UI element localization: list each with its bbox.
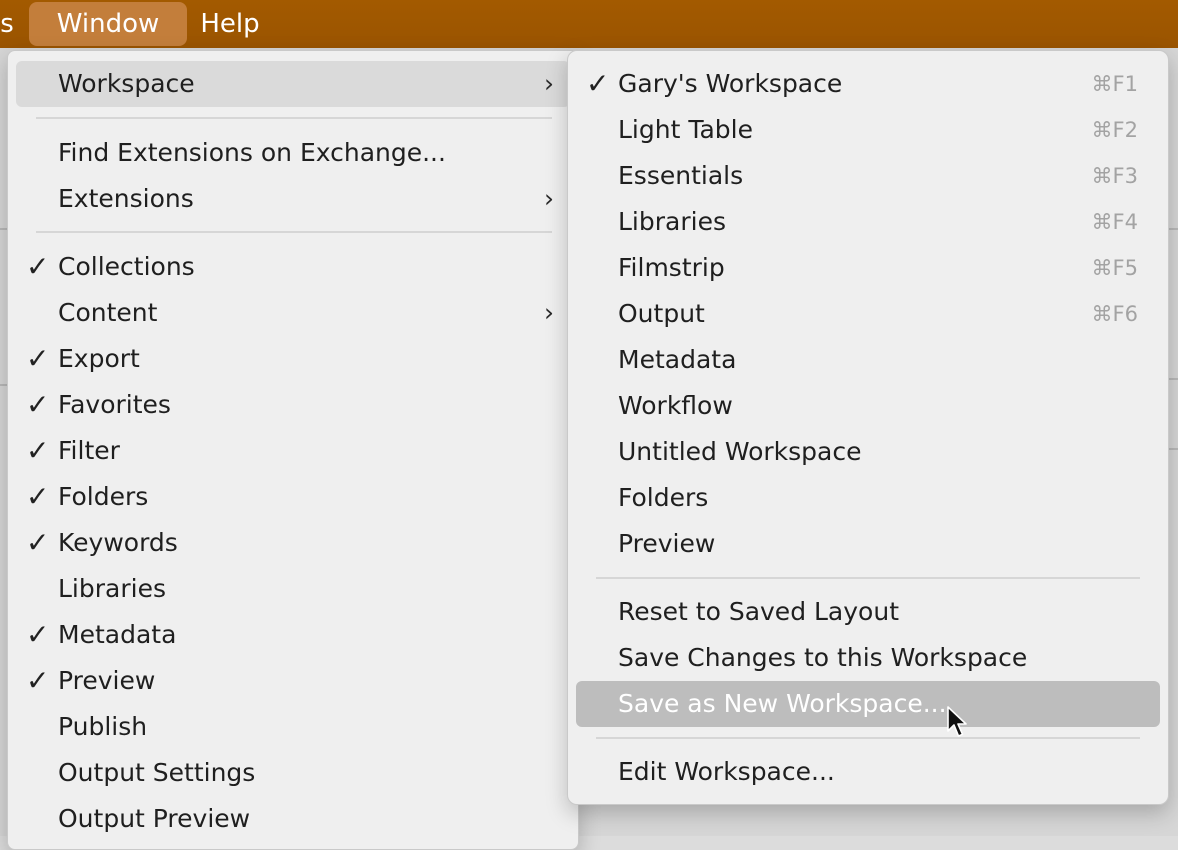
menu-item-label: Untitled Workspace (618, 437, 862, 466)
submenu-item-preview[interactable]: Preview (576, 521, 1160, 567)
submenu-item-reset-layout[interactable]: Reset to Saved Layout (576, 589, 1160, 635)
menu-item-label: Folders (618, 483, 709, 512)
menu-item-collections[interactable]: ✓ Collections (16, 244, 570, 290)
menu-item-label: Edit Workspace... (618, 757, 835, 786)
menu-item-libraries[interactable]: Libraries (16, 566, 570, 612)
menu-item-label: Publish (58, 712, 148, 741)
menu-item-publish[interactable]: Publish (16, 704, 570, 750)
chevron-right-icon: › (544, 184, 554, 213)
menu-item-label: Save Changes to this Workspace (618, 643, 1028, 672)
submenu-item-libraries[interactable]: Libraries ⌘F4 (576, 199, 1160, 245)
submenu-item-filmstrip[interactable]: Filmstrip ⌘F5 (576, 245, 1160, 291)
menu-item-label: Filter (58, 436, 120, 465)
menu-item-output-preview[interactable]: Output Preview (16, 796, 570, 842)
menu-item-label: Libraries (618, 207, 726, 236)
chevron-right-icon: › (544, 69, 554, 98)
background-divider (1168, 378, 1178, 380)
menu-item-content[interactable]: Content › (16, 290, 570, 336)
menu-item-label: Output (618, 299, 705, 328)
menu-item-label: Collections (58, 252, 195, 281)
menu-item-label: Filmstrip (618, 253, 725, 282)
menu-separator (596, 577, 1140, 579)
keyboard-shortcut: ⌘F2 (1091, 118, 1138, 142)
menu-item-folders[interactable]: ✓ Folders (16, 474, 570, 520)
menu-item-extensions[interactable]: Extensions › (16, 176, 570, 222)
checkmark-icon: ✓ (26, 526, 50, 559)
menu-item-label: Preview (58, 666, 156, 695)
submenu-item-garys-workspace[interactable]: ✓ Gary's Workspace ⌘F1 (576, 61, 1160, 107)
checkmark-icon: ✓ (26, 618, 50, 651)
menu-item-preview[interactable]: ✓ Preview (16, 658, 570, 704)
menu-item-label: Find Extensions on Exchange... (58, 138, 446, 167)
menu-bar: s Window Help (0, 0, 1178, 48)
menu-item-label: Keywords (58, 528, 178, 557)
checkmark-icon: ✓ (26, 664, 50, 697)
menu-item-label: Gary's Workspace (618, 69, 843, 98)
menu-item-label: Export (58, 344, 140, 373)
submenu-item-save-new-workspace[interactable]: Save as New Workspace... (576, 681, 1160, 727)
menu-item-find-extensions[interactable]: Find Extensions on Exchange... (16, 130, 570, 176)
menubar-item-help[interactable]: Help (194, 0, 266, 48)
menu-item-label: Preview (618, 529, 716, 558)
menu-item-label: Content (58, 298, 158, 327)
checkmark-icon: ✓ (26, 434, 50, 467)
menu-item-export[interactable]: ✓ Export (16, 336, 570, 382)
background-divider (1168, 228, 1178, 230)
submenu-item-save-changes[interactable]: Save Changes to this Workspace (576, 635, 1160, 681)
checkmark-icon: ✓ (26, 388, 50, 421)
submenu-item-light-table[interactable]: Light Table ⌘F2 (576, 107, 1160, 153)
menu-item-workspace[interactable]: Workspace › (16, 61, 570, 107)
menu-item-label: Output Settings (58, 758, 256, 787)
keyboard-shortcut: ⌘F3 (1091, 164, 1138, 188)
checkmark-icon: ✓ (26, 480, 50, 513)
menu-item-label: Output Preview (58, 804, 251, 833)
submenu-item-output[interactable]: Output ⌘F6 (576, 291, 1160, 337)
chevron-right-icon: › (544, 298, 554, 327)
menu-item-keywords[interactable]: ✓ Keywords (16, 520, 570, 566)
window-menu: Workspace › Find Extensions on Exchange.… (7, 50, 579, 850)
menubar-item-window[interactable]: Window (29, 2, 187, 46)
submenu-item-metadata[interactable]: Metadata (576, 337, 1160, 383)
menu-item-label: Extensions (58, 184, 194, 213)
menu-item-label: Metadata (618, 345, 737, 374)
menubar-item-partial[interactable]: s (0, 0, 14, 48)
menu-item-favorites[interactable]: ✓ Favorites (16, 382, 570, 428)
mouse-pointer-icon (947, 706, 967, 737)
background-divider (1168, 448, 1178, 450)
submenu-item-essentials[interactable]: Essentials ⌘F3 (576, 153, 1160, 199)
menu-separator (36, 117, 552, 119)
menu-item-label: Workspace (58, 69, 195, 98)
checkmark-icon: ✓ (586, 67, 610, 100)
menu-item-filter[interactable]: ✓ Filter (16, 428, 570, 474)
workspace-submenu: ✓ Gary's Workspace ⌘F1 Light Table ⌘F2 E… (567, 50, 1169, 805)
menu-item-label: Save as New Workspace... (618, 689, 947, 718)
menu-item-label: Folders (58, 482, 149, 511)
menu-item-label: Light Table (618, 115, 753, 144)
keyboard-shortcut: ⌘F5 (1091, 256, 1138, 280)
menu-item-label: Reset to Saved Layout (618, 597, 899, 626)
menu-item-label: Favorites (58, 390, 171, 419)
menu-item-label: Essentials (618, 161, 744, 190)
submenu-item-edit-workspace[interactable]: Edit Workspace... (576, 749, 1160, 795)
menu-item-label: Metadata (58, 620, 177, 649)
menu-item-metadata[interactable]: ✓ Metadata (16, 612, 570, 658)
menu-item-label: Libraries (58, 574, 166, 603)
menu-item-output-settings[interactable]: Output Settings (16, 750, 570, 796)
submenu-item-folders[interactable]: Folders (576, 475, 1160, 521)
checkmark-icon: ✓ (26, 342, 50, 375)
keyboard-shortcut: ⌘F6 (1091, 302, 1138, 326)
submenu-item-workflow[interactable]: Workflow (576, 383, 1160, 429)
menu-separator (596, 737, 1140, 739)
menu-separator (36, 231, 552, 233)
submenu-item-untitled-workspace[interactable]: Untitled Workspace (576, 429, 1160, 475)
keyboard-shortcut: ⌘F1 (1091, 72, 1138, 96)
checkmark-icon: ✓ (26, 250, 50, 283)
menu-item-label: Workflow (618, 391, 733, 420)
keyboard-shortcut: ⌘F4 (1091, 210, 1138, 234)
